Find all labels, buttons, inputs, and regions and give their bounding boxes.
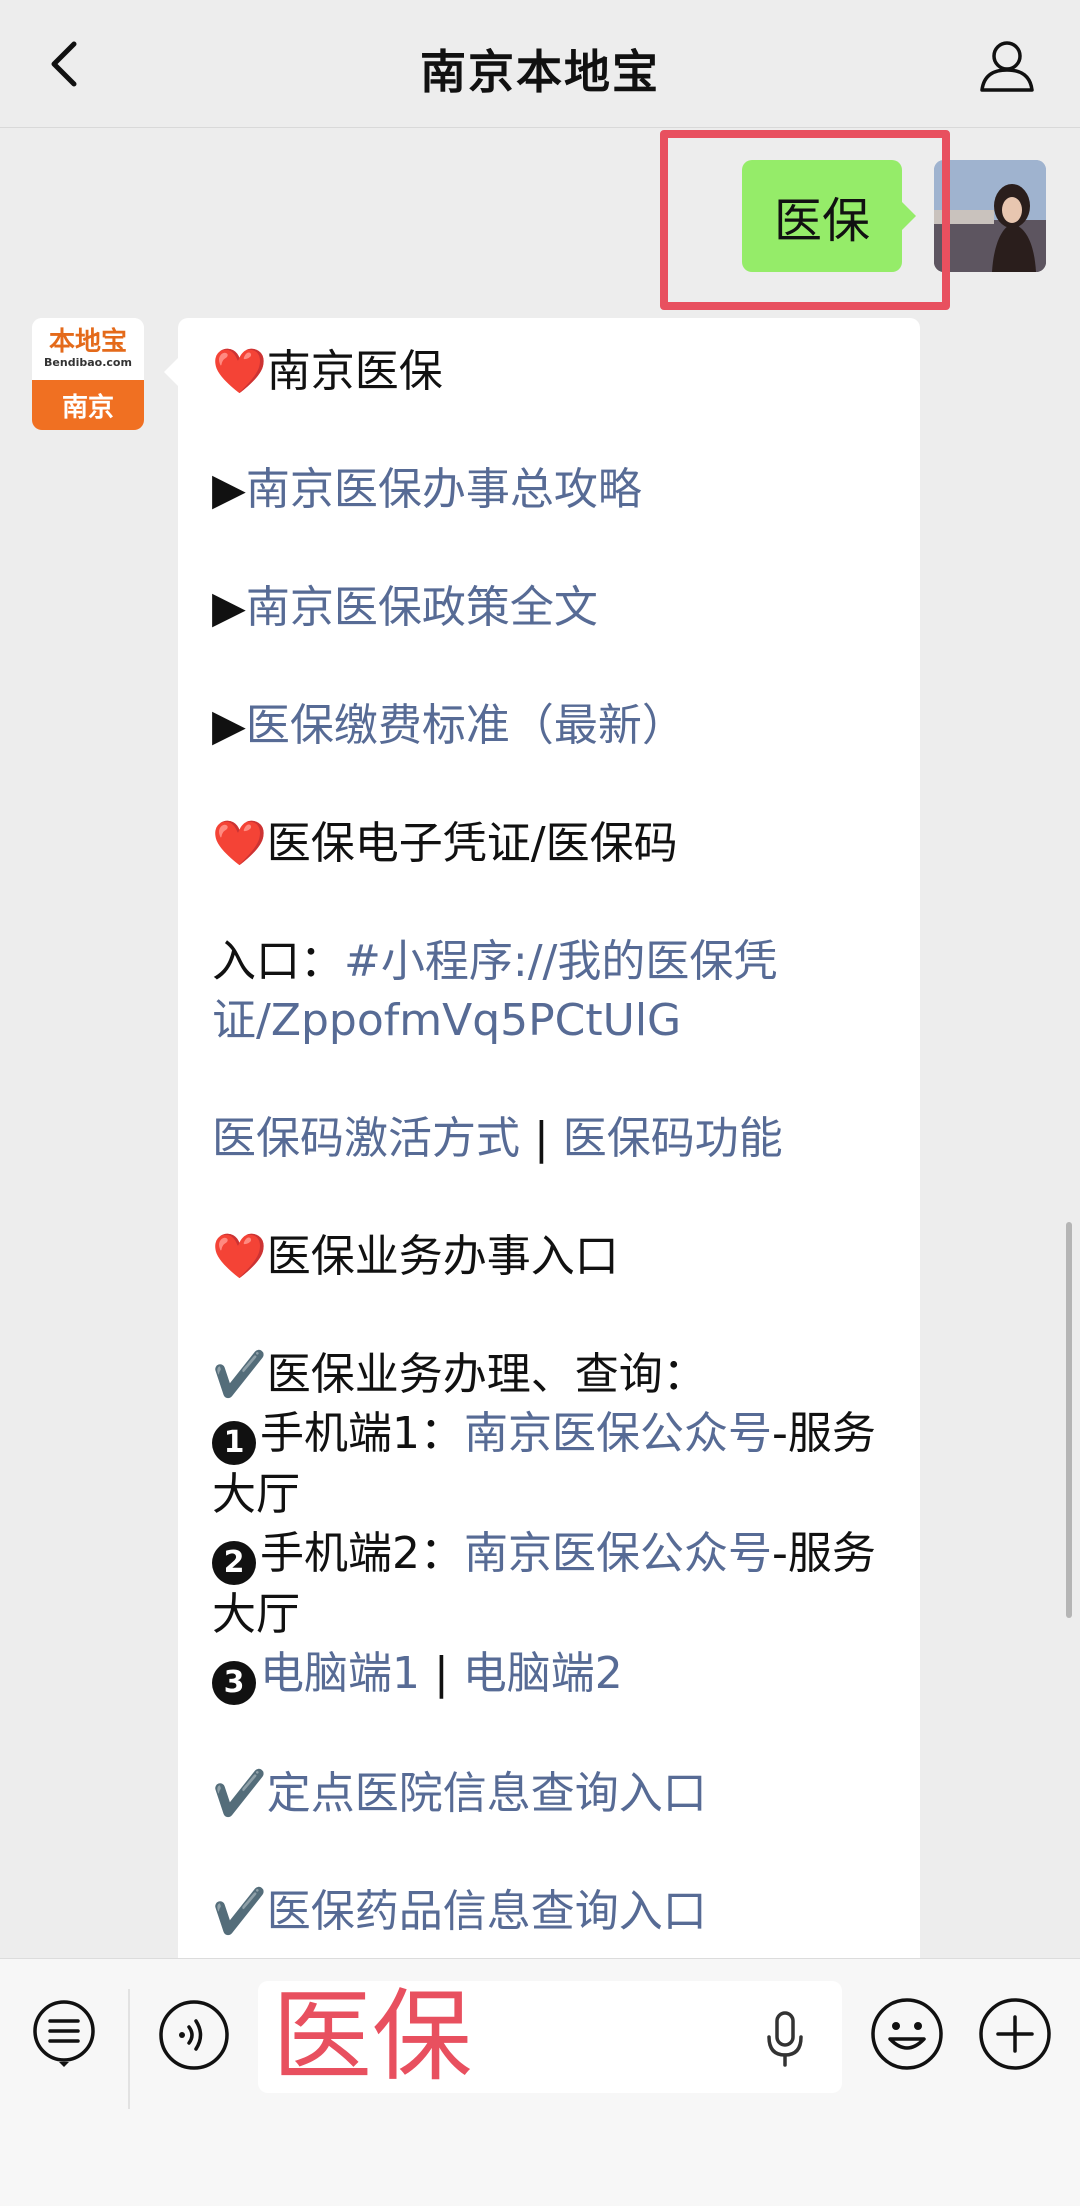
number-1-icon: 1 bbox=[212, 1421, 256, 1465]
bot-avatar-logo-sub: Bendibao.com bbox=[44, 356, 132, 369]
bot-avatar-logo: 本地宝 Bendibao.com bbox=[32, 318, 144, 380]
bot-avatar-logo-text: 本地宝 bbox=[48, 327, 127, 357]
list-item[interactable]: ▶南京医保政策全文 bbox=[212, 578, 886, 637]
list-item[interactable]: ▶医保缴费标准（最新） bbox=[212, 696, 886, 755]
profile-icon[interactable] bbox=[978, 36, 1036, 94]
triangle-icon: ▶ bbox=[212, 700, 246, 751]
hospital-query-line: ✔️定点医院信息查询入口 bbox=[212, 1764, 886, 1823]
link-pc-2[interactable]: 电脑端2 bbox=[463, 1648, 623, 1699]
link-code-activation[interactable]: 医保码激活方式 bbox=[212, 1113, 520, 1164]
list-item[interactable]: ▶南京医保办事总攻略 bbox=[212, 460, 886, 519]
triangle-icon: ▶ bbox=[212, 464, 246, 515]
triangle-icon: ▶ bbox=[212, 582, 246, 633]
menu-icon[interactable] bbox=[30, 1999, 98, 2067]
check-icon: ✔️ bbox=[212, 1886, 267, 1937]
voice-mode-icon[interactable] bbox=[158, 1999, 230, 2071]
section-title-medical-insurance: ❤️南京医保 bbox=[212, 346, 443, 397]
link-official-account-2[interactable]: 南京医保公众号 bbox=[464, 1528, 772, 1579]
plus-icon[interactable] bbox=[978, 1997, 1052, 2071]
code-links-line: 医保码激活方式 | 医保码功能 bbox=[212, 1109, 886, 1168]
heart-icon: ❤️ bbox=[212, 1231, 267, 1282]
input-divider bbox=[128, 1989, 130, 2109]
user-avatar[interactable] bbox=[934, 160, 1046, 272]
incoming-message-card: ❤️南京医保 ▶南京医保办事总攻略 ▶南京医保政策全文 ▶医保缴费标准（最新） … bbox=[164, 318, 920, 2018]
link-official-account-1[interactable]: 南京医保公众号 bbox=[464, 1408, 772, 1459]
section-title-business: ❤️医保业务办事入口 bbox=[212, 1231, 619, 1282]
link-pc-1[interactable]: 电脑端1 bbox=[260, 1648, 420, 1699]
user-avatar-image bbox=[934, 160, 1046, 272]
message-input[interactable] bbox=[258, 1981, 842, 2093]
business-item-2: 2 手机端2：南京医保公众号-服务大厅 bbox=[212, 1528, 876, 1640]
entry-line: 入口：#小程序://我的医保凭证/ZppofmVq5PCtUlG bbox=[212, 932, 886, 1050]
microphone-icon[interactable] bbox=[760, 2009, 810, 2069]
emoji-icon[interactable] bbox=[870, 1997, 944, 2071]
drug-query-line: ✔️医保药品信息查询入口 bbox=[212, 1882, 886, 1941]
section-title-e-voucher: ❤️医保电子凭证/医保码 bbox=[212, 818, 678, 869]
chat-header: 南京本地宝 bbox=[0, 0, 1080, 128]
check-icon: ✔️ bbox=[212, 1349, 267, 1400]
link-payment-standard[interactable]: 医保缴费标准（最新） bbox=[246, 700, 686, 751]
link-guide[interactable]: 南京医保办事总攻略 bbox=[246, 464, 642, 515]
business-item-1: 1 手机端1：南京医保公众号-服务大厅 bbox=[212, 1408, 876, 1520]
link-code-function[interactable]: 医保码功能 bbox=[563, 1113, 783, 1164]
heart-icon: ❤️ bbox=[212, 818, 267, 869]
separator: | bbox=[520, 1113, 563, 1164]
business-label-line: ✔️医保业务办理、查询： bbox=[212, 1349, 707, 1400]
bot-avatar[interactable]: 本地宝 Bendibao.com 南京 bbox=[32, 318, 144, 430]
chat-title: 南京本地宝 bbox=[420, 45, 660, 99]
number-2-icon: 2 bbox=[212, 1541, 256, 1585]
link-hospital-query[interactable]: 定点医院信息查询入口 bbox=[267, 1768, 707, 1819]
business-block: ✔️医保业务办理、查询： 1 手机端1：南京医保公众号-服务大厅 2 手机端2：南京… bbox=[212, 1345, 886, 1705]
check-icon: ✔️ bbox=[212, 1768, 267, 1819]
business-item-3: 3 电脑端1 | 电脑端2 bbox=[212, 1644, 886, 1705]
heart-icon: ❤️ bbox=[212, 346, 267, 397]
highlight-annotation-box bbox=[660, 130, 950, 310]
link-policy[interactable]: 南京医保政策全文 bbox=[246, 582, 598, 633]
entry-label: 入口： bbox=[212, 936, 344, 987]
chat-input-bar bbox=[0, 1958, 1080, 2206]
number-3-icon: 3 bbox=[212, 1661, 256, 1705]
bot-avatar-city: 南京 bbox=[32, 380, 144, 430]
link-drug-query[interactable]: 医保药品信息查询入口 bbox=[267, 1886, 707, 1937]
scrollbar[interactable] bbox=[1066, 1222, 1072, 1618]
